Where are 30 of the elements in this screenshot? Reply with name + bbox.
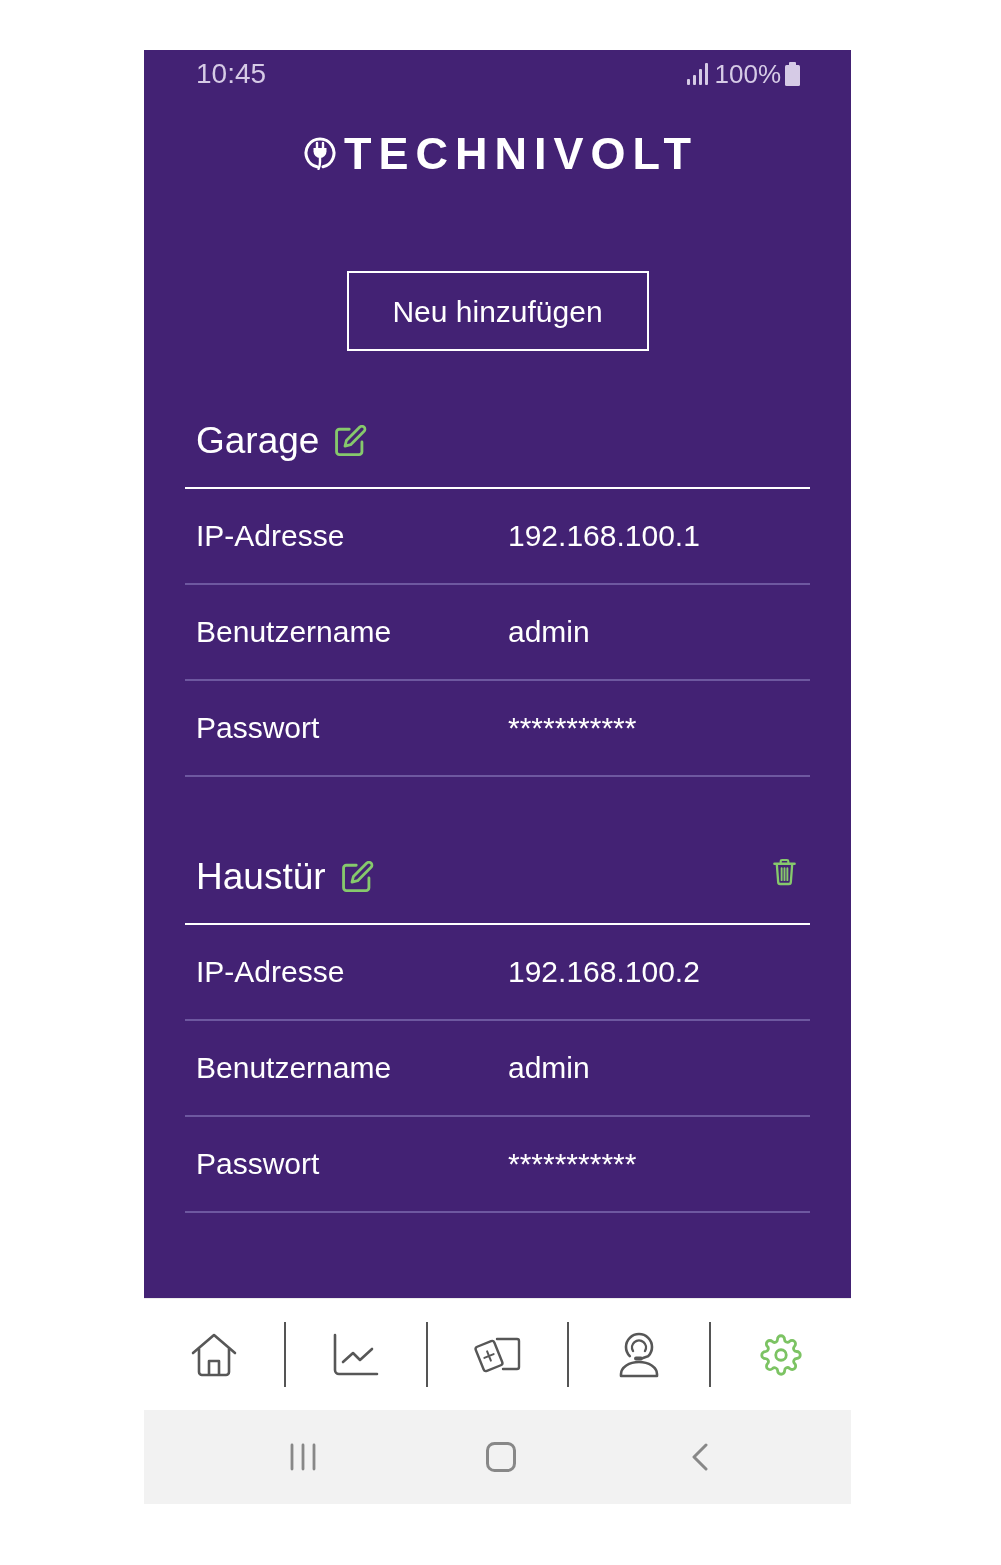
back-icon[interactable]	[691, 1443, 709, 1471]
field-label: Benutzername	[196, 1053, 393, 1083]
field-value: 192.168.100.2	[508, 957, 700, 987]
field-label: IP-Adresse	[196, 957, 346, 987]
field-label: Passwort	[196, 1149, 321, 1179]
field-value: ***********	[508, 1149, 637, 1179]
field-label: Passwort	[196, 713, 321, 743]
chart-icon[interactable]	[332, 1333, 379, 1376]
field-label: Benutzername	[196, 617, 393, 647]
field-label: IP-Adresse	[196, 521, 346, 551]
edit-icon[interactable]	[335, 424, 368, 456]
cards-icon[interactable]	[473, 1335, 522, 1374]
field-value: admin	[508, 617, 590, 647]
field-value: ***********	[508, 713, 637, 743]
battery-percentage: 100%	[714, 61, 781, 87]
device-name: Garage	[196, 421, 320, 459]
add-new-button[interactable]: Neu hinzufügen	[346, 271, 649, 351]
field-value: admin	[508, 1053, 590, 1083]
signal-icon	[686, 63, 709, 85]
battery-icon	[785, 62, 800, 86]
home-square-icon[interactable]	[486, 1442, 516, 1472]
home-icon[interactable]	[190, 1332, 237, 1377]
plug-icon	[303, 136, 336, 170]
logo-text: TECHNIVOLT	[343, 130, 699, 176]
field-value: 192.168.100.1	[508, 521, 700, 551]
recent-apps-icon[interactable]	[290, 1443, 316, 1471]
trash-icon[interactable]	[773, 858, 796, 886]
device-name: Haustür	[196, 857, 326, 895]
edit-icon[interactable]	[341, 860, 374, 892]
status-time: 10:45	[196, 60, 267, 88]
